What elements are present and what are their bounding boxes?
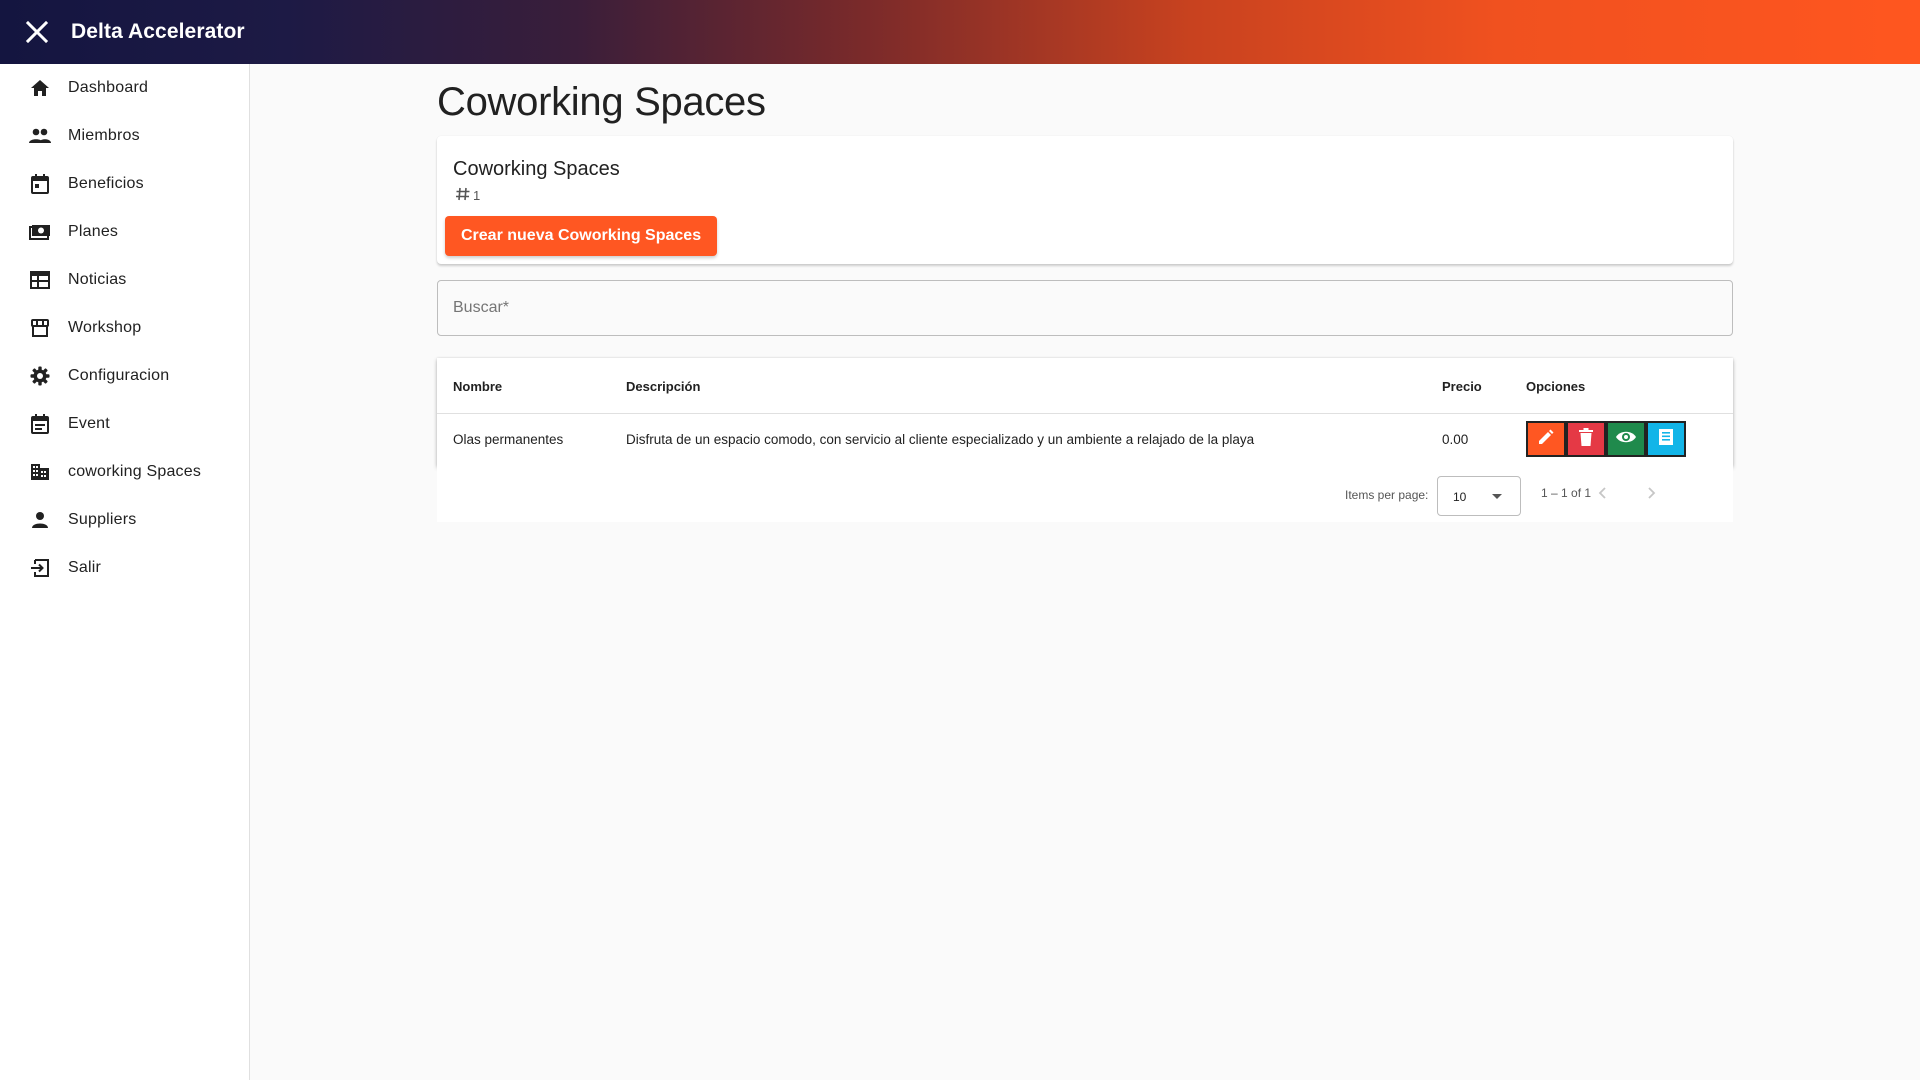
cell-descripcion: Disfruta de un espacio comodo, con servi… [626, 432, 1255, 447]
view-button[interactable] [1606, 421, 1646, 457]
document-icon [1658, 428, 1674, 451]
sidebar-item-label: Planes [68, 223, 119, 240]
sidebar-item-label: Configuracion [68, 367, 170, 384]
cell-precio: 0.00 [1442, 432, 1469, 447]
domain-icon [28, 460, 52, 484]
sidebar-item-label: Miembros [68, 127, 140, 144]
sidebar-item-workshop[interactable]: Workshop [0, 304, 249, 352]
sidebar-item-miembros[interactable]: Miembros [0, 112, 249, 160]
sidebar-item-configuracion[interactable]: Configuracion [0, 352, 249, 400]
web-icon [28, 268, 52, 292]
store-icon [28, 316, 52, 340]
coworking-spaces-table: Nombre Descripción Precio Opciones Olas … [437, 358, 1733, 466]
details-button[interactable] [1646, 421, 1686, 457]
sidebar-item-label: Beneficios [68, 175, 144, 192]
count-row: 1 [455, 186, 480, 205]
page-title: Coworking Spaces [437, 80, 766, 124]
table-row[interactable]: Olas permanentes Disfruta de un espacio … [437, 414, 1733, 466]
previous-page-button[interactable] [1587, 478, 1619, 510]
items-per-page-value: 10 [1453, 490, 1467, 504]
close-icon[interactable] [24, 19, 50, 45]
sidebar-item-beneficios[interactable]: Beneficios [0, 160, 249, 208]
summary-card: Coworking Spaces 1 Crear nueva Coworking… [437, 136, 1733, 264]
sidebar-item-noticias[interactable]: Noticias [0, 256, 249, 304]
gear-icon [28, 364, 52, 388]
page-range: 1 – 1 of 1 [1541, 486, 1592, 500]
sidebar-item-label: Dashboard [68, 79, 149, 96]
sidebar-item-suppliers[interactable]: Suppliers [0, 496, 249, 544]
edit-button[interactable] [1526, 421, 1566, 457]
event-icon [28, 412, 52, 436]
sidebar-item-label: Workshop [68, 319, 142, 336]
home-icon [28, 76, 52, 100]
sidebar-item-label: Noticias [68, 271, 127, 288]
sidebar-item-salir[interactable]: Salir [0, 544, 249, 592]
next-page-button[interactable] [1635, 478, 1667, 510]
sidebar-item-coworking-spaces[interactable]: coworking Spaces [0, 448, 249, 496]
person-icon [28, 508, 52, 532]
calendar-icon [28, 172, 52, 196]
count-value: 1 [473, 188, 481, 203]
column-header-opciones: Opciones [1526, 379, 1586, 394]
sidebar-item-dashboard[interactable]: Dashboard [0, 64, 249, 112]
table-header: Nombre Descripción Precio Opciones [437, 358, 1733, 414]
delete-button[interactable] [1566, 421, 1606, 457]
search-field[interactable] [437, 280, 1733, 336]
column-header-precio[interactable]: Precio [1442, 379, 1482, 394]
row-actions [1526, 421, 1686, 457]
sidebar-item-label: Salir [68, 559, 102, 576]
dropdown-arrow-icon [1492, 494, 1502, 499]
sidebar: Dashboard Miembros Beneficios Planes Not… [0, 64, 250, 1080]
money-icon [28, 220, 52, 244]
top-toolbar: Delta Accelerator [0, 0, 1920, 64]
column-header-nombre[interactable]: Nombre [453, 379, 502, 394]
sidebar-item-label: coworking Spaces [68, 463, 202, 480]
hashtag-icon [455, 186, 471, 205]
pencil-icon [1537, 428, 1555, 451]
search-input[interactable] [438, 281, 1732, 335]
main-content: Coworking Spaces Coworking Spaces 1 Crea… [250, 64, 1920, 1080]
items-per-page-select[interactable]: 10 [1437, 476, 1521, 516]
chevron-left-icon [1598, 486, 1608, 503]
paginator: Items per page: 10 1 – 1 of 1 [437, 466, 1733, 522]
column-header-descripcion[interactable]: Descripción [626, 379, 700, 394]
people-icon [28, 124, 52, 148]
app-title: Delta Accelerator [71, 20, 245, 43]
cell-nombre: Olas permanentes [453, 432, 564, 447]
sidebar-item-label: Suppliers [68, 511, 137, 528]
sidebar-item-label: Event [68, 415, 110, 432]
create-coworking-space-button[interactable]: Crear nueva Coworking Spaces [445, 216, 718, 256]
eye-icon [1615, 430, 1637, 449]
sidebar-item-event[interactable]: Event [0, 400, 249, 448]
card-title: Coworking Spaces [453, 158, 620, 180]
items-per-page-label: Items per page: [1345, 488, 1429, 502]
logout-icon [28, 556, 52, 580]
sidebar-item-planes[interactable]: Planes [0, 208, 249, 256]
chevron-right-icon [1646, 486, 1656, 503]
trash-icon [1578, 427, 1594, 451]
